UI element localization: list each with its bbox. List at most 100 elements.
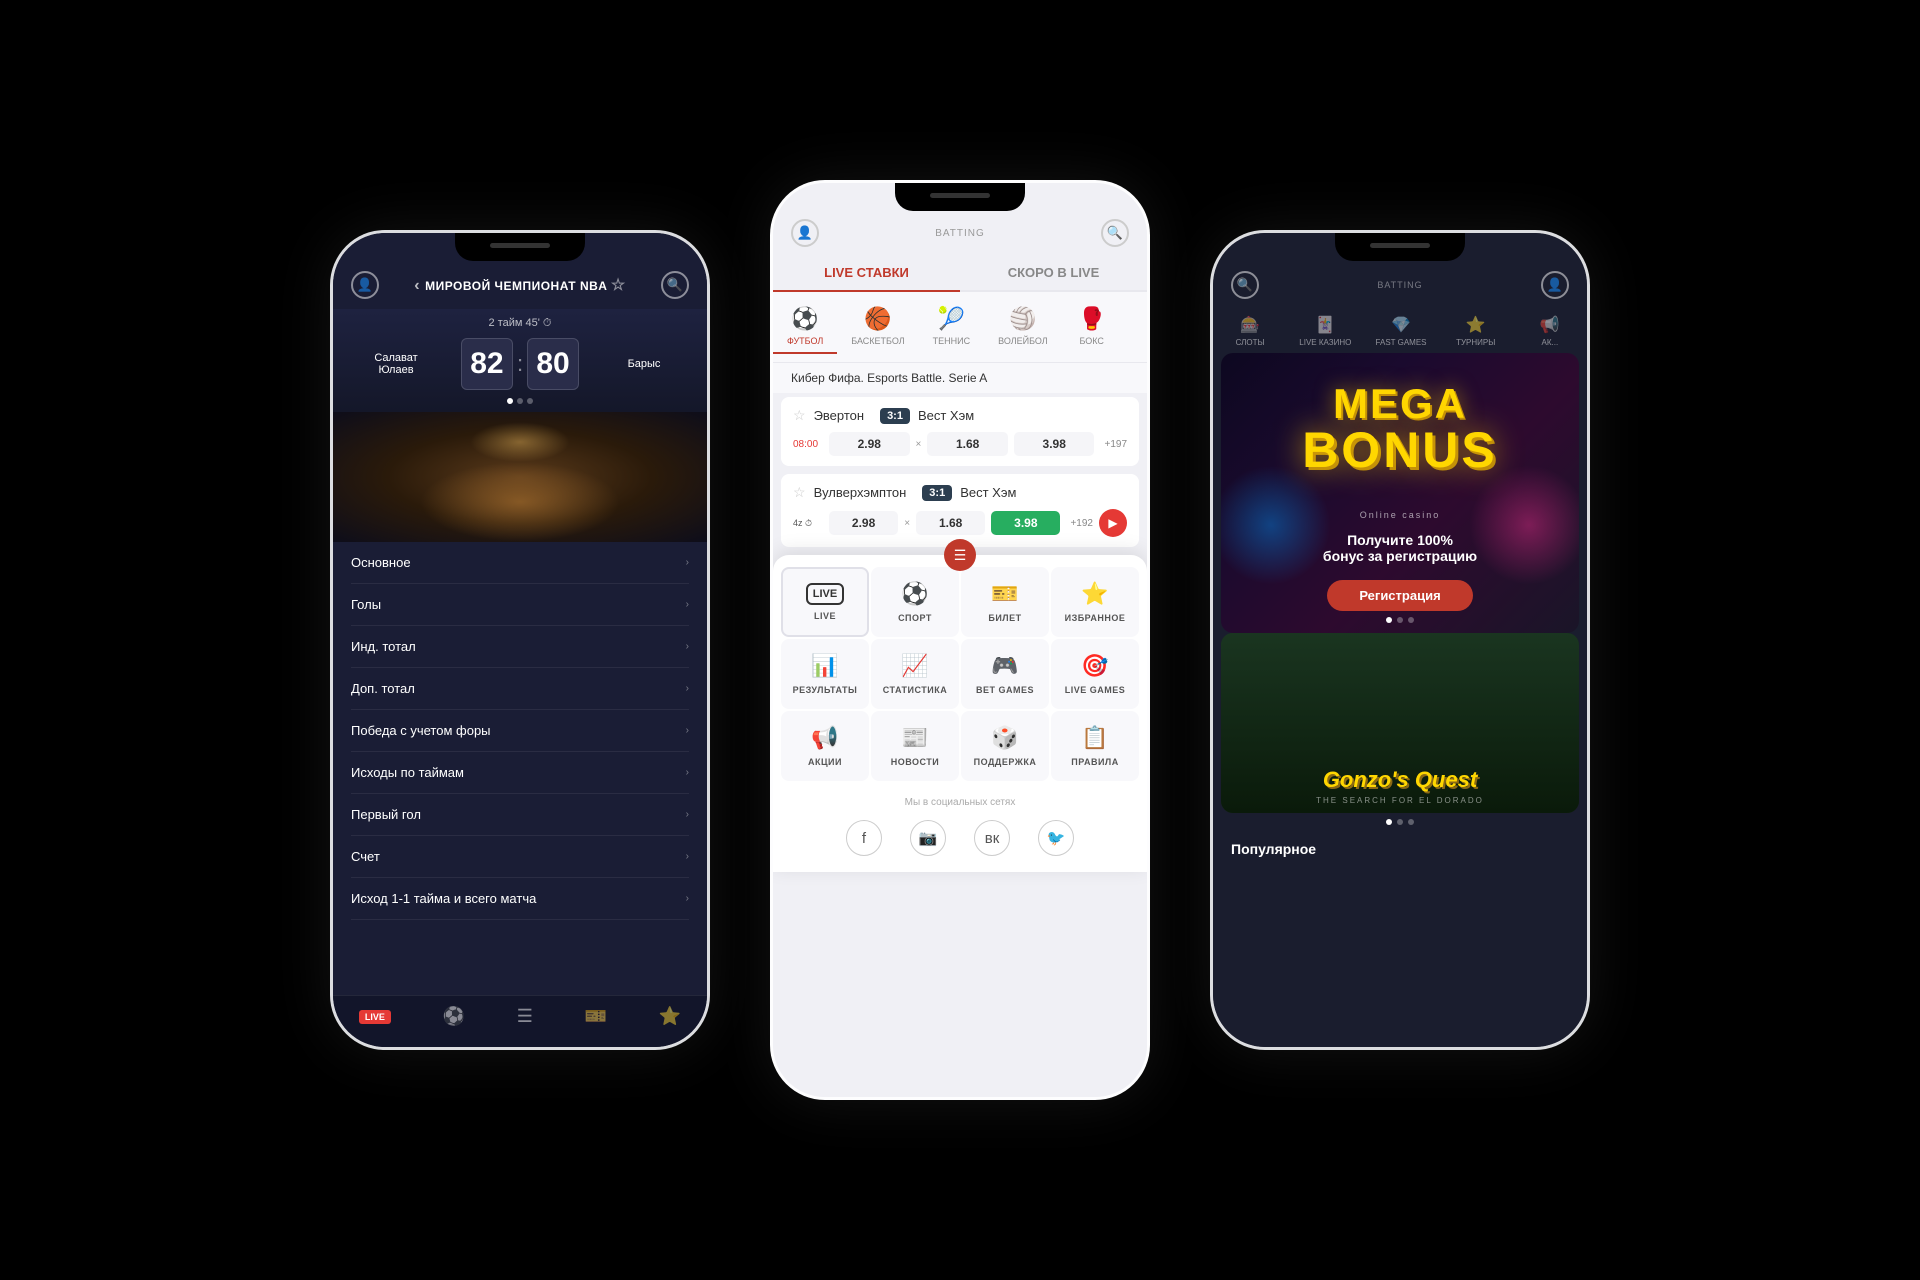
instagram-icon[interactable]: 📷 (910, 820, 946, 856)
slots-icon: 🎰 (1240, 315, 1260, 335)
nav-rules[interactable]: 📋 ПРАВИЛА (1051, 711, 1139, 781)
match-1-odd2[interactable]: 1.68 (927, 432, 1008, 456)
match-2-star[interactable]: ☆ (793, 484, 806, 501)
nav-statistics[interactable]: 📈 СТАТИСТИКА (871, 639, 959, 709)
phone-1-screen: 👤 ‹ МИРОВОЙ ЧЕМПИОНАТ NBA ☆ 🔍 2 тайм 45'… (333, 233, 707, 1047)
nav-live-casino[interactable]: 🃏 LIVE КАЗИНО (1299, 315, 1351, 347)
nav-ticket[interactable]: 🎫 БИЛЕТ (961, 567, 1049, 637)
menu-item-isxody-taymam[interactable]: Исходы по таймам › (351, 752, 689, 794)
nav-live-games-icon: 🎯 (1081, 653, 1108, 679)
match-2-time-text: 4z (793, 518, 803, 528)
menu-item-goly[interactable]: Голы › (351, 584, 689, 626)
chevron-icon-5: › (686, 725, 689, 736)
chevron-icon-8: › (686, 851, 689, 862)
match-2-team2: Вест Хэм (960, 485, 1016, 500)
match-1-header: ☆ Эвертон 3:1 Вест Хэм (793, 407, 1127, 424)
match-1-more[interactable]: +197 (1104, 439, 1127, 450)
menu-item-ind-total[interactable]: Инд. тотал › (351, 626, 689, 668)
search-icon-p3[interactable]: 🔍 (1231, 271, 1259, 299)
nav-fast-games[interactable]: 💎 FAST GAMES (1376, 315, 1427, 347)
star-icon: ⭐ (659, 1006, 681, 1027)
match-1-odd1[interactable]: 2.98 (829, 432, 910, 456)
nav-sport-label: СПОРТ (898, 613, 932, 623)
nav-bet-games-icon: 🎮 (991, 653, 1018, 679)
bottom-favorite[interactable]: ⭐ (659, 1006, 681, 1027)
sport-football[interactable]: ⚽ ФУТБОЛ (773, 300, 837, 354)
mega-bonus-banner: MEGA BONUS Online casino Получите 100%бо… (1221, 353, 1579, 633)
nav-promos-icon: 📢 (811, 725, 838, 751)
nav-more[interactable]: 📢 АК... (1525, 315, 1575, 347)
vk-icon[interactable]: вк (974, 820, 1010, 856)
bottom-live[interactable]: LIVE (359, 1010, 391, 1024)
phone-3-speaker (1370, 243, 1430, 248)
sport-boxing[interactable]: 🥊 БОКС (1062, 300, 1122, 354)
twitter-icon[interactable]: 🐦 (1038, 820, 1074, 856)
nav-results-icon: 📊 (811, 653, 838, 679)
nav-close-button[interactable]: ☰ (944, 539, 976, 571)
sports-filter-row: ⚽ ФУТБОЛ 🏀 БАСКЕТБОЛ 🎾 ТЕННИС 🏐 ВОЛЕЙБОЛ… (773, 292, 1147, 363)
sport-volleyball[interactable]: 🏐 ВОЛЕЙБОЛ (984, 300, 1062, 354)
card-dot-1 (1386, 819, 1392, 825)
match-1-odd3[interactable]: 3.98 (1014, 432, 1095, 456)
nav-tournaments[interactable]: ⭐ ТУРНИРЫ (1451, 315, 1501, 347)
nav-statistics-label: СТАТИСТИКА (883, 685, 947, 695)
bottom-menu[interactable]: ☰ (517, 1006, 533, 1027)
menu-item-isxod-1-tay[interactable]: Исход 1-1 тайма и всего матча › (351, 878, 689, 920)
user-icon-p2[interactable]: 👤 (791, 219, 819, 247)
match-2-odd1[interactable]: 2.98 (829, 511, 898, 535)
x-label-1: × (916, 439, 922, 450)
menu-icon: ☰ (517, 1006, 533, 1027)
nav-bet-games[interactable]: 🎮 BET GAMES (961, 639, 1049, 709)
favorite-icon[interactable]: ☆ (611, 277, 626, 294)
nav-slots[interactable]: 🎰 СЛОТЫ (1225, 315, 1275, 347)
nav-rules-label: ПРАВИЛА (1071, 757, 1118, 767)
sport-basketball[interactable]: 🏀 БАСКЕТБОЛ (837, 300, 918, 354)
banner-dots (1386, 617, 1414, 623)
match-1-star[interactable]: ☆ (793, 407, 806, 424)
nav-sport[interactable]: ⚽ СПОРТ (871, 567, 959, 637)
menu-item-pobeda[interactable]: Победа с учетом форы › (351, 710, 689, 752)
header-text-p3: BATTING (1377, 280, 1422, 290)
bonus-description: Получите 100%бонус за регистрацию (1323, 532, 1477, 564)
match-2-odd2[interactable]: 1.68 (916, 511, 985, 535)
score-separator: : (517, 351, 523, 377)
nav-promos[interactable]: 📢 АКЦИИ (781, 711, 869, 781)
nav-news[interactable]: 📰 НОВОСТИ (871, 711, 959, 781)
game-card-gonzo[interactable]: Gonzo's Quest THE SEARCH FOR EL DORADO (1221, 633, 1579, 813)
nav-support-label: ПОДДЕРЖКА (974, 757, 1037, 767)
nav-live-games[interactable]: 🎯 LIVE GAMES (1051, 639, 1139, 709)
menu-item-dop-total[interactable]: Доп. тотал › (351, 668, 689, 710)
tab-skoro-live[interactable]: СКОРО В LIVE (960, 255, 1147, 290)
nav-support[interactable]: 🎲 ПОДДЕРЖКА (961, 711, 1049, 781)
menu-item-osnovnoe[interactable]: Основное › (351, 542, 689, 584)
nav-support-icon: 🎲 (991, 725, 1018, 751)
nav-results[interactable]: 📊 РЕЗУЛЬТАТЫ (781, 639, 869, 709)
menu-label-2: Голы (351, 597, 381, 612)
menu-item-perviy-gol[interactable]: Первый гол › (351, 794, 689, 836)
match-2-odd3[interactable]: 3.98 (991, 511, 1060, 535)
tab-live-stavki[interactable]: LIVE СТАВКИ (773, 255, 960, 290)
nav-favorite[interactable]: ⭐ ИЗБРАННОЕ (1051, 567, 1139, 637)
match-2-more[interactable]: +192 (1070, 518, 1093, 529)
user-icon-p3[interactable]: 👤 (1541, 271, 1569, 299)
bottom-sport[interactable]: ⚽ (443, 1006, 465, 1027)
menu-label-7: Первый гол (351, 807, 421, 822)
play-button[interactable]: ▶ (1099, 509, 1127, 537)
back-arrow[interactable]: ‹ (414, 277, 425, 294)
search-icon[interactable]: 🔍 (661, 271, 689, 299)
score-box: 82 : 80 (461, 338, 579, 390)
search-icon-p2[interactable]: 🔍 (1101, 219, 1129, 247)
boxing-label: БОКС (1079, 336, 1103, 346)
user-icon[interactable]: 👤 (351, 271, 379, 299)
social-header: Мы в социальных сетях (773, 789, 1147, 814)
menu-item-schet[interactable]: Счет › (351, 836, 689, 878)
bottom-ticket[interactable]: 🎫 (585, 1006, 607, 1027)
facebook-icon[interactable]: f (846, 820, 882, 856)
slots-label: СЛОТЫ (1236, 338, 1265, 347)
nav-live[interactable]: LIVE LIVE (781, 567, 869, 637)
registration-button[interactable]: Регистрация (1327, 580, 1472, 611)
sport-tennis[interactable]: 🎾 ТЕННИС (919, 300, 984, 354)
tennis-icon: 🎾 (938, 306, 965, 332)
nav-live-label: LIVE (814, 611, 836, 621)
nav-rules-icon: 📋 (1081, 725, 1108, 751)
